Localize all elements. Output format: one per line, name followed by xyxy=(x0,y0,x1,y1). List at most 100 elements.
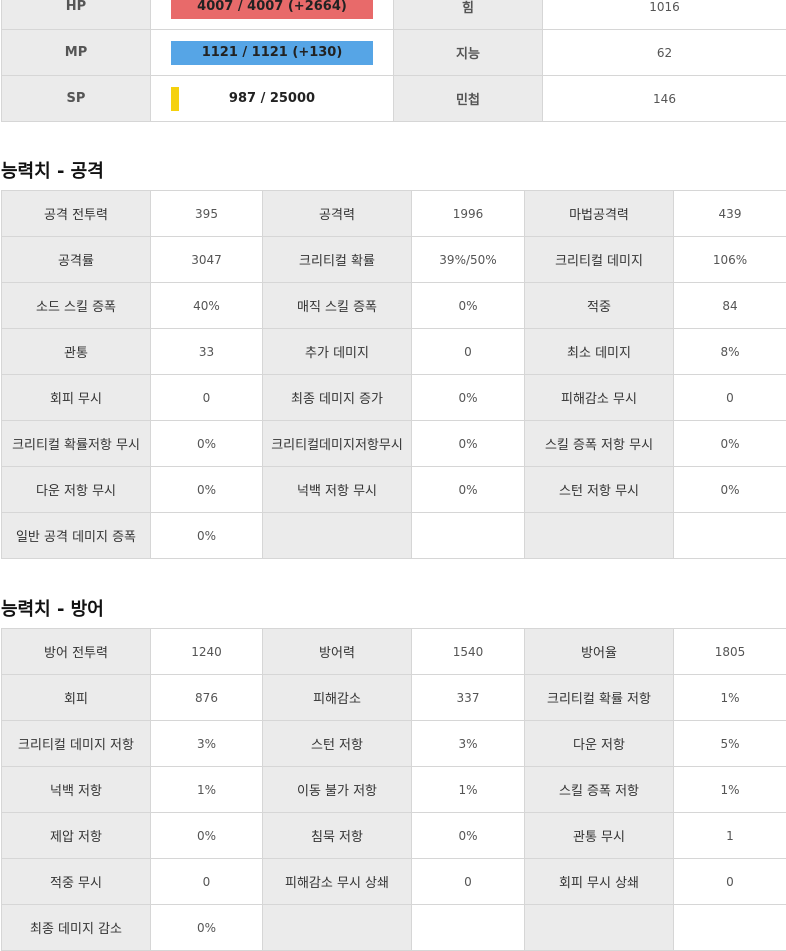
stat-value: 0 xyxy=(151,375,263,421)
stat-value: 0% xyxy=(151,513,263,559)
stat-label: 최종 데미지 증가 xyxy=(263,375,412,421)
stat-value: 1% xyxy=(674,675,786,721)
stat-label: 넉백 저항 xyxy=(2,767,151,813)
stat-value: 40% xyxy=(151,283,263,329)
stat-value: 1% xyxy=(412,767,525,813)
stat-label: 방어 전투력 xyxy=(2,629,151,675)
stat-label: 피해감소 무시 xyxy=(525,375,674,421)
stat-value: 1% xyxy=(151,767,263,813)
stat-label: 피해감소 xyxy=(263,675,412,721)
defense-stat-row: 방어 전투력1240방어력1540방어율1805 xyxy=(2,629,786,675)
section-title-defense: 능력치 - 방어 xyxy=(1,595,104,621)
stat-value: 1805 xyxy=(674,629,786,675)
mp-bar: 1121 / 1121 (+130) xyxy=(171,41,373,65)
stat-label: 매직 스킬 증폭 xyxy=(263,283,412,329)
stat-value: 337 xyxy=(412,675,525,721)
stat-value: 1% xyxy=(674,767,786,813)
defense-stat-row: 회피876피해감소337크리티컬 확률 저항1% xyxy=(2,675,786,721)
stat-value: 439 xyxy=(674,191,786,237)
attack-stats-body: 공격 전투력395공격력1996마법공격력439공격률3047크리티컬 확률39… xyxy=(2,191,786,559)
stat-value: 8% xyxy=(674,329,786,375)
stat-label: 방어력 xyxy=(263,629,412,675)
empty-value-cell xyxy=(412,905,525,951)
defense-stat-row: 크리티컬 데미지 저항3%스턴 저항3%다운 저항5% xyxy=(2,721,786,767)
stat-label: 크리티컬 데미지 저항 xyxy=(2,721,151,767)
attack-stat-row: 소드 스킬 증폭40%매직 스킬 증폭0%적중84 xyxy=(2,283,786,329)
stat-label: 다운 저항 xyxy=(525,721,674,767)
empty-label-cell xyxy=(263,905,412,951)
stat-value: 3047 xyxy=(151,237,263,283)
stat-value: 1996 xyxy=(412,191,525,237)
stat-value: 33 xyxy=(151,329,263,375)
stat-label: 공격 전투력 xyxy=(2,191,151,237)
stat-label: 크리티컬 데미지 xyxy=(525,237,674,283)
stat-value: 1 xyxy=(674,813,786,859)
stat-label: 크리티컬 확률 xyxy=(263,237,412,283)
stat-value: 39%/50% xyxy=(412,237,525,283)
stat-label: 공격력 xyxy=(263,191,412,237)
stat-label: 스킬 증폭 저항 xyxy=(525,767,674,813)
attack-stat-row: 크리티컬 확률저항 무시0%크리티컬데미지저항무시0%스킬 증폭 저항 무시0% xyxy=(2,421,786,467)
stat-label: 스킬 증폭 저항 무시 xyxy=(525,421,674,467)
stat-label: 스턴 저항 xyxy=(263,721,412,767)
stat-label: 관통 무시 xyxy=(525,813,674,859)
stat-label: 일반 공격 데미지 증폭 xyxy=(2,513,151,559)
stat-label-dex: 민첩 xyxy=(394,76,543,122)
mp-label: MP xyxy=(2,30,151,76)
stat-label: 회피 xyxy=(2,675,151,721)
empty-label-cell xyxy=(525,513,674,559)
stat-value: 0% xyxy=(151,905,263,951)
stat-label: 넉백 저항 무시 xyxy=(263,467,412,513)
stat-label: 피해감소 무시 상쇄 xyxy=(263,859,412,905)
stat-label: 최종 데미지 감소 xyxy=(2,905,151,951)
stat-value: 0 xyxy=(151,859,263,905)
stat-value: 1240 xyxy=(151,629,263,675)
stat-value: 84 xyxy=(674,283,786,329)
stat-value: 3% xyxy=(151,721,263,767)
stat-value-int: 62 xyxy=(543,30,786,76)
stat-label: 관통 xyxy=(2,329,151,375)
mp-cell: 1121 / 1121 (+130) xyxy=(151,30,394,76)
defense-stat-row: 넉백 저항1%이동 불가 저항1%스킬 증폭 저항1% xyxy=(2,767,786,813)
empty-value-cell xyxy=(674,513,786,559)
attack-stat-row: 회피 무시0최종 데미지 증가0%피해감소 무시0 xyxy=(2,375,786,421)
attack-stat-row: 다운 저항 무시0%넉백 저항 무시0%스턴 저항 무시0% xyxy=(2,467,786,513)
stat-label: 크리티컬 확률 저항 xyxy=(525,675,674,721)
sp-label: SP xyxy=(2,76,151,122)
hp-label: HP xyxy=(2,0,151,30)
attack-stat-row: 공격률3047크리티컬 확률39%/50%크리티컬 데미지106% xyxy=(2,237,786,283)
attack-stat-row: 일반 공격 데미지 증폭0% xyxy=(2,513,786,559)
stat-value-str: 1016 xyxy=(543,0,786,30)
stat-value: 5% xyxy=(674,721,786,767)
stat-value: 0% xyxy=(412,283,525,329)
hp-cell: 4007 / 4007 (+2664) xyxy=(151,0,394,30)
stat-label-str: 힘 xyxy=(394,0,543,30)
defense-stats-body: 방어 전투력1240방어력1540방어율1805회피876피해감소337크리티컬… xyxy=(2,629,786,951)
stat-value: 0% xyxy=(151,421,263,467)
stat-value: 0% xyxy=(151,467,263,513)
stat-value: 1540 xyxy=(412,629,525,675)
stat-value: 0 xyxy=(412,859,525,905)
stat-value: 0% xyxy=(412,421,525,467)
defense-stat-row: 적중 무시0피해감소 무시 상쇄0회피 무시 상쇄0 xyxy=(2,859,786,905)
hp-bar: 4007 / 4007 (+2664) xyxy=(171,0,373,19)
stat-label: 추가 데미지 xyxy=(263,329,412,375)
empty-label-cell xyxy=(263,513,412,559)
stat-label: 크리티컬 확률저항 무시 xyxy=(2,421,151,467)
stat-label: 최소 데미지 xyxy=(525,329,674,375)
stat-value: 0 xyxy=(674,859,786,905)
empty-value-cell xyxy=(674,905,786,951)
stat-value-dex: 146 xyxy=(543,76,786,122)
stat-label: 회피 무시 xyxy=(2,375,151,421)
stat-value: 0% xyxy=(412,813,525,859)
stat-label: 방어율 xyxy=(525,629,674,675)
stat-value: 0% xyxy=(412,375,525,421)
defense-stats-table: 방어 전투력1240방어력1540방어율1805회피876피해감소337크리티컬… xyxy=(1,628,786,951)
stat-label: 적중 무시 xyxy=(2,859,151,905)
stat-label: 침묵 저항 xyxy=(263,813,412,859)
stat-label: 크리티컬데미지저항무시 xyxy=(263,421,412,467)
attack-stat-row: 관통33추가 데미지0최소 데미지8% xyxy=(2,329,786,375)
stat-value: 0 xyxy=(412,329,525,375)
stat-label: 마법공격력 xyxy=(525,191,674,237)
stat-value: 0% xyxy=(674,467,786,513)
